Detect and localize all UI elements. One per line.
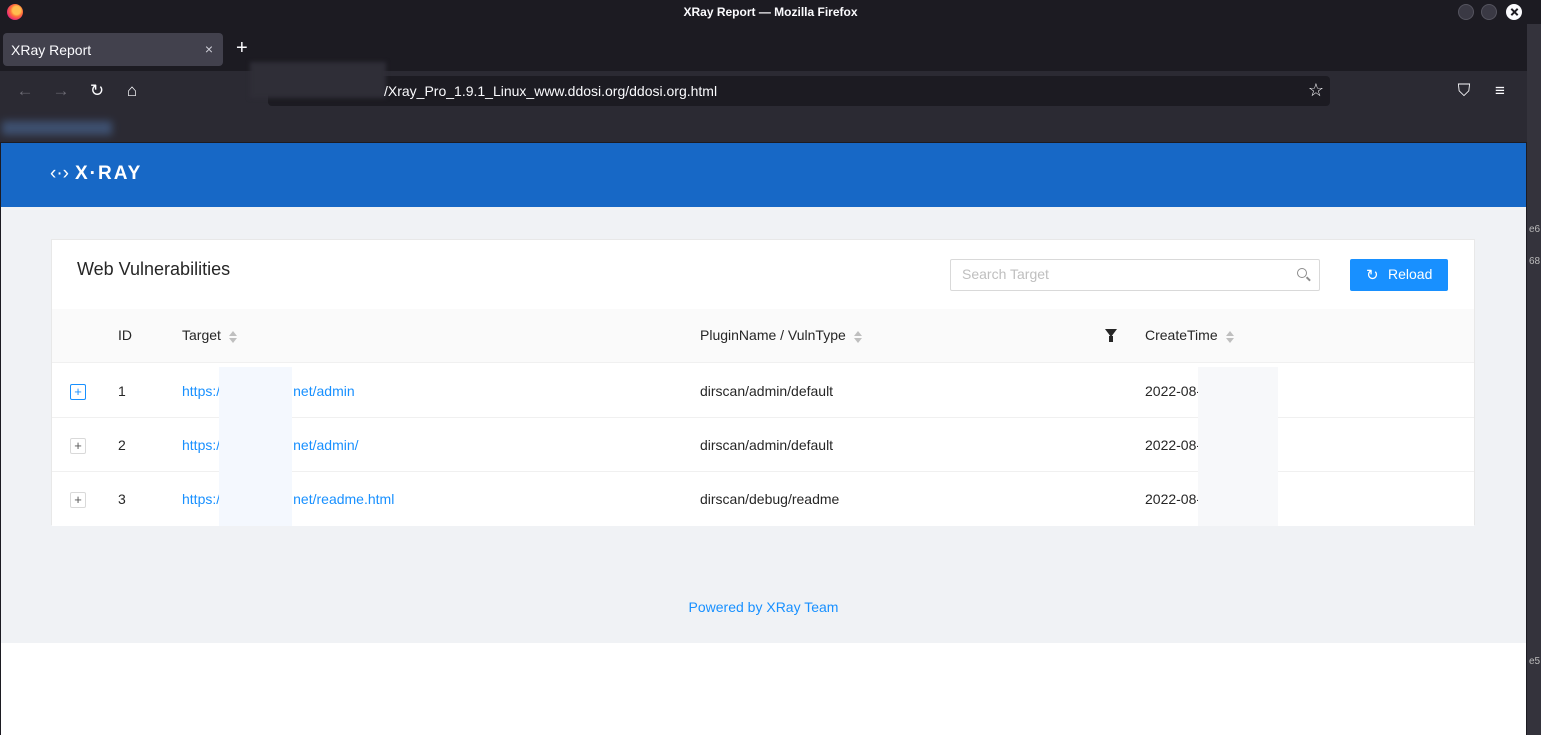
column-header-plugin[interactable]: PluginName / VulnType bbox=[700, 327, 862, 343]
reload-icon[interactable]: ↻ bbox=[87, 81, 107, 101]
bookmarks-bar bbox=[0, 111, 1527, 142]
filter-icon[interactable] bbox=[1105, 329, 1117, 343]
navigation-bar: ← → ↻ ⌂ /Xray_Pro_1.9.1_Linux_www.ddosi.… bbox=[0, 62, 1527, 111]
table-header: ID Target PluginName / VulnType CreateTi… bbox=[52, 309, 1474, 363]
url-bar[interactable]: /Xray_Pro_1.9.1_Linux_www.ddosi.org/ddos… bbox=[250, 62, 1330, 106]
content-area: Web Vulnerabilities ↻ Reload ID Target P… bbox=[1, 207, 1526, 643]
column-header-target[interactable]: Target bbox=[182, 327, 237, 343]
app-header: ‹·› X·RAY bbox=[1, 143, 1526, 207]
reload-button[interactable]: ↻ Reload bbox=[1350, 259, 1448, 291]
create-time: 2022-08- bbox=[1145, 383, 1202, 399]
redaction-mask-targets bbox=[219, 367, 292, 526]
tab-strip: XRay Report × + bbox=[0, 24, 1527, 71]
vulnerabilities-card: Web Vulnerabilities ↻ Reload ID Target P… bbox=[51, 239, 1475, 526]
hamburger-menu-icon[interactable]: ≡ bbox=[1490, 81, 1510, 101]
row-id: 1 bbox=[118, 383, 126, 399]
column-header-id: ID bbox=[118, 327, 132, 343]
target-prefix: https:/ bbox=[182, 383, 221, 399]
plugin-name: dirscan/admin/default bbox=[700, 437, 834, 453]
redacted-url-prefix bbox=[250, 62, 386, 98]
xray-logo-icon: ‹·› bbox=[50, 163, 69, 184]
column-label: Target bbox=[182, 327, 221, 343]
expand-row-button[interactable]: + bbox=[70, 438, 86, 454]
sort-icon[interactable] bbox=[1225, 331, 1234, 343]
tab-title: XRay Report bbox=[11, 42, 92, 58]
edge-text: e5 bbox=[1529, 656, 1541, 667]
search-target-field[interactable] bbox=[950, 259, 1320, 291]
new-tab-button[interactable]: + bbox=[236, 38, 248, 58]
back-arrow-icon[interactable]: ← bbox=[15, 81, 35, 101]
sort-icon[interactable] bbox=[228, 331, 237, 343]
expand-row-button[interactable]: + bbox=[70, 492, 86, 508]
tab-close-icon[interactable]: × bbox=[205, 41, 213, 57]
create-time: 2022-08- bbox=[1145, 491, 1202, 507]
window-title: XRay Report — Mozilla Firefox bbox=[683, 5, 858, 19]
target-suffix: net/readme.html bbox=[293, 491, 395, 507]
tab-xray-report[interactable]: XRay Report × bbox=[3, 33, 223, 66]
target-prefix: https:/ bbox=[182, 437, 221, 453]
create-time: 2022-08- bbox=[1145, 437, 1202, 453]
expand-row-button[interactable]: + bbox=[70, 384, 86, 400]
url-text: /Xray_Pro_1.9.1_Linux_www.ddosi.org/ddos… bbox=[384, 83, 718, 99]
row-id: 2 bbox=[118, 437, 126, 453]
pocket-icon[interactable]: ⛉ bbox=[1454, 81, 1474, 101]
edge-text: 68 bbox=[1529, 256, 1541, 267]
target-suffix: net/admin/ bbox=[293, 437, 359, 453]
home-icon[interactable]: ⌂ bbox=[122, 81, 142, 101]
xray-logo-text: X·RAY bbox=[74, 163, 143, 184]
column-label: PluginName / VulnType bbox=[700, 327, 846, 343]
column-label: CreateTime bbox=[1145, 327, 1218, 343]
card-title: Web Vulnerabilities bbox=[77, 259, 231, 279]
search-input[interactable] bbox=[962, 266, 1282, 282]
search-icon[interactable] bbox=[1297, 268, 1307, 278]
sort-icon[interactable] bbox=[853, 331, 862, 343]
redaction-mask-times bbox=[1198, 367, 1278, 526]
plugin-name: dirscan/admin/default bbox=[700, 383, 834, 399]
row-id: 3 bbox=[118, 491, 126, 507]
forward-arrow-icon[interactable]: → bbox=[51, 81, 71, 101]
maximize-button[interactable] bbox=[1481, 4, 1497, 20]
redacted-bookmark bbox=[2, 121, 112, 135]
column-header-createtime[interactable]: CreateTime bbox=[1145, 327, 1234, 343]
page-viewport: ‹·› X·RAY Web Vulnerabilities ↻ Reload ID… bbox=[1, 143, 1526, 735]
background-window-edge: e6 68 e5 bbox=[1527, 24, 1541, 735]
close-window-button[interactable] bbox=[1506, 4, 1522, 20]
edge-text: e6 bbox=[1529, 224, 1541, 235]
window-titlebar: XRay Report — Mozilla Firefox bbox=[0, 0, 1541, 24]
target-suffix: net/admin bbox=[293, 383, 355, 399]
bookmark-star-icon[interactable]: ☆ bbox=[1308, 80, 1324, 101]
reload-icon: ↻ bbox=[1366, 267, 1379, 284]
reload-label: Reload bbox=[1388, 266, 1433, 282]
xray-logo: ‹·› X·RAY bbox=[50, 163, 142, 185]
plugin-name: dirscan/debug/readme bbox=[700, 491, 840, 507]
minimize-button[interactable] bbox=[1458, 4, 1474, 20]
footer-credit[interactable]: Powered by XRay Team bbox=[1, 599, 1526, 615]
target-prefix: https:/ bbox=[182, 491, 221, 507]
